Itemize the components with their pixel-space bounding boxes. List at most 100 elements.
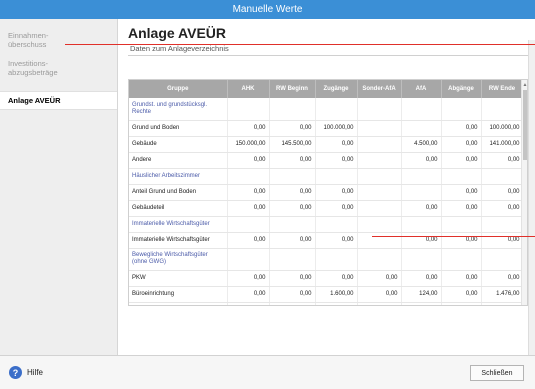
value-cell[interactable]: 0,00 [269, 232, 316, 249]
table-section-row[interactable]: Immaterielle Wirtschaftsgüter [129, 216, 524, 233]
table-row[interactable]: PKW 0,00 0,00 0,00 0,00 0,00 0,00 0,00 [129, 270, 524, 287]
value-cell[interactable]: 0,00 [441, 270, 482, 287]
value-cell[interactable] [227, 98, 270, 121]
value-cell[interactable]: 0,00 [481, 184, 524, 201]
value-cell[interactable]: 1.476,00 [481, 286, 524, 303]
help-label[interactable]: Hilfe [27, 368, 43, 377]
value-cell[interactable]: 0,00 [315, 270, 358, 287]
value-cell[interactable]: 0,00 [441, 302, 482, 305]
value-cell[interactable] [401, 168, 442, 185]
table-section-row[interactable]: Grundst. und grundstücksgl. Rechte [129, 98, 524, 121]
value-cell[interactable] [269, 168, 316, 185]
value-cell[interactable] [269, 98, 316, 121]
value-cell[interactable]: 0,00 [441, 120, 482, 137]
value-cell[interactable]: 124,00 [401, 286, 442, 303]
value-cell[interactable]: 100.000,00 [481, 120, 524, 137]
value-cell[interactable]: 0,00 [401, 152, 442, 169]
value-cell[interactable]: 0,00 [227, 184, 270, 201]
value-cell[interactable]: 0,00 [269, 302, 316, 305]
value-cell[interactable]: 0,00 [269, 152, 316, 169]
value-cell[interactable] [441, 248, 482, 271]
value-cell[interactable]: 4.500,00 [401, 136, 442, 153]
value-cell[interactable]: 0,00 [441, 136, 482, 153]
column-header[interactable]: AfA [401, 80, 442, 98]
value-cell[interactable]: 145.500,00 [269, 136, 316, 153]
value-cell[interactable]: 0,00 [441, 200, 482, 217]
value-cell[interactable]: 0,00 [227, 286, 270, 303]
table-section-row[interactable]: Häuslicher Arbeitszimmer [129, 168, 524, 185]
value-cell[interactable] [441, 98, 482, 121]
value-cell[interactable] [357, 152, 402, 169]
value-cell[interactable]: 141.000,00 [481, 136, 524, 153]
table-row[interactable]: Grund und Boden 0,00 0,00 100.000,00 0,00 100… [129, 120, 524, 137]
value-cell[interactable] [269, 248, 316, 271]
value-cell[interactable]: 0,00 [401, 200, 442, 217]
value-cell[interactable]: 0,00 [401, 232, 442, 249]
value-cell[interactable]: 0,00 [227, 302, 270, 305]
value-cell[interactable] [481, 248, 524, 271]
value-cell[interactable]: 0,00 [481, 270, 524, 287]
value-cell[interactable] [357, 216, 402, 233]
value-cell[interactable]: 0,00 [357, 302, 402, 305]
value-cell[interactable] [357, 200, 402, 217]
scrollbar-thumb[interactable] [523, 90, 527, 160]
value-cell[interactable] [357, 136, 402, 153]
value-cell[interactable] [227, 168, 270, 185]
value-cell[interactable]: 0,00 [357, 270, 402, 287]
value-cell[interactable] [401, 248, 442, 271]
value-cell[interactable]: 0,00 [227, 200, 270, 217]
value-cell[interactable] [357, 168, 402, 185]
column-header[interactable]: Abgänge [441, 80, 482, 98]
value-cell[interactable]: 0,00 [315, 184, 358, 201]
value-cell[interactable] [441, 168, 482, 185]
column-header[interactable]: AHK [227, 80, 270, 98]
column-header[interactable]: Gruppe [129, 80, 228, 98]
value-cell[interactable]: 0,00 [315, 152, 358, 169]
value-cell[interactable]: 0,00 [315, 302, 358, 305]
value-cell[interactable] [357, 98, 402, 121]
value-cell[interactable]: 0,00 [441, 184, 482, 201]
value-cell[interactable]: 0,00 [401, 270, 442, 287]
value-cell[interactable] [357, 184, 402, 201]
value-cell[interactable]: 0,00 [315, 136, 358, 153]
value-cell[interactable]: 0,00 [269, 270, 316, 287]
value-cell[interactable]: 0,00 [357, 286, 402, 303]
value-cell[interactable]: 0,00 [441, 232, 482, 249]
value-cell[interactable]: 150.000,00 [227, 136, 270, 153]
value-cell[interactable]: 100.000,00 [315, 120, 358, 137]
value-cell[interactable] [401, 98, 442, 121]
value-cell[interactable]: 0,00 [269, 120, 316, 137]
value-cell[interactable] [357, 248, 402, 271]
value-cell[interactable]: 1.600,00 [315, 286, 358, 303]
close-button[interactable]: Schließen [470, 365, 524, 381]
table-row[interactable]: Andere0,000,000,000,000,000,000,00 [129, 302, 524, 305]
value-cell[interactable]: 0,00 [269, 286, 316, 303]
column-header[interactable]: RW Beginn [269, 80, 316, 98]
value-cell[interactable] [357, 232, 402, 249]
value-cell[interactable]: 0,00 [227, 152, 270, 169]
value-cell[interactable] [401, 120, 442, 137]
value-cell[interactable]: 0,00 [315, 232, 358, 249]
column-header[interactable]: Zugänge [315, 80, 358, 98]
value-cell[interactable] [481, 168, 524, 185]
value-cell[interactable] [315, 216, 358, 233]
value-cell[interactable]: 0,00 [441, 152, 482, 169]
value-cell[interactable]: 0,00 [481, 302, 524, 305]
value-cell[interactable]: 0,00 [269, 184, 316, 201]
value-cell[interactable]: 0,00 [401, 302, 442, 305]
sidebar-item-investitionsabzugsbetraege[interactable]: Investitions- abzugsbeträge [0, 59, 117, 77]
table-row[interactable]: Büroeinrichtung 0,00 0,00 1.600,00 0,00 124,0… [129, 286, 524, 303]
value-cell[interactable] [315, 168, 358, 185]
value-cell[interactable]: 0,00 [269, 200, 316, 217]
value-cell[interactable]: 0,00 [315, 200, 358, 217]
help-icon[interactable]: ? [9, 366, 22, 379]
value-cell[interactable]: 0,00 [227, 232, 270, 249]
value-cell[interactable] [441, 216, 482, 233]
value-cell[interactable] [315, 248, 358, 271]
value-cell[interactable] [269, 216, 316, 233]
value-cell[interactable] [227, 248, 270, 271]
table-vertical-scrollbar[interactable]: ▲ [521, 80, 527, 305]
value-cell[interactable] [401, 216, 442, 233]
column-header[interactable]: Sonder-AfA [357, 80, 402, 98]
table-row[interactable]: Gebäudeteil 0,00 0,00 0,00 0,00 0,00 0,00 [129, 200, 524, 217]
